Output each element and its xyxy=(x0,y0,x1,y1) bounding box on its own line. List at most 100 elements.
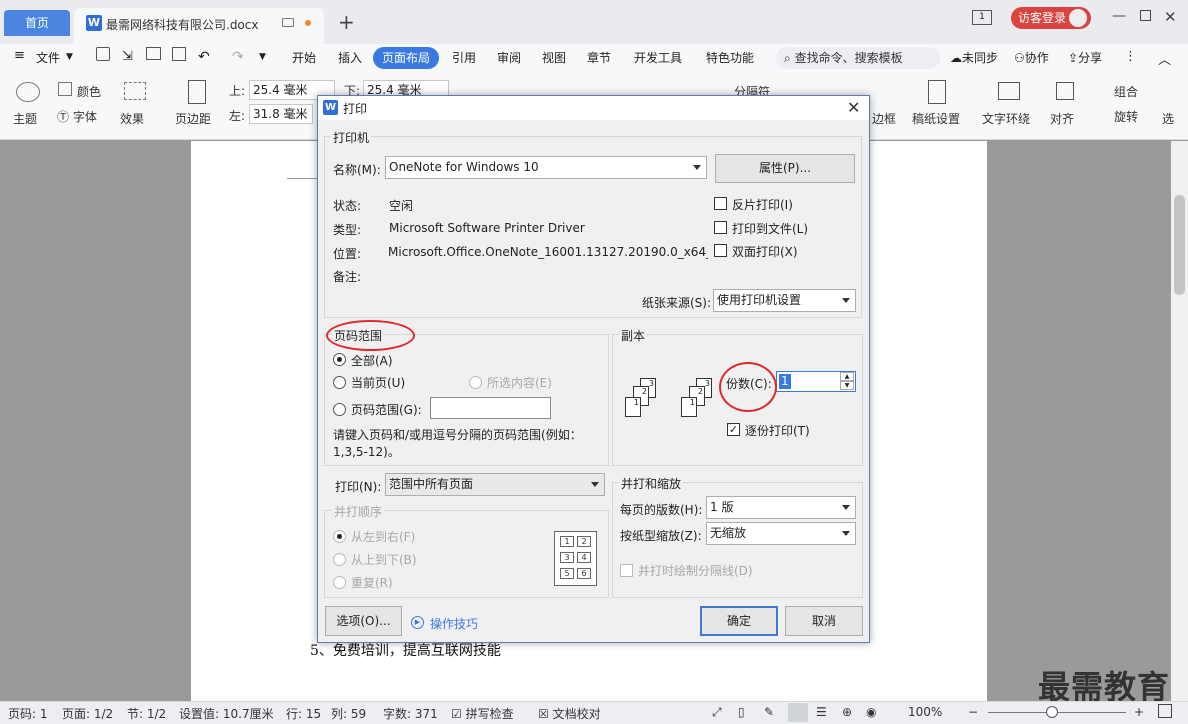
play-circle-icon[interactable]: ▶ xyxy=(411,616,424,629)
tips-link[interactable]: 操作技巧 xyxy=(430,615,478,632)
page-range-input[interactable] xyxy=(430,397,551,419)
copies-value[interactable]: 1 xyxy=(779,374,791,389)
left-to-right-label[interactable]: 从左到右(F) xyxy=(351,528,415,545)
status-words[interactable]: 字数: 371 xyxy=(383,705,438,722)
close-window-icon[interactable]: ✕ xyxy=(1164,8,1177,26)
current-page-radio[interactable] xyxy=(333,376,346,389)
paper-source-select[interactable]: 使用打印机设置 xyxy=(713,289,856,312)
color-button[interactable]: 颜色 xyxy=(77,83,101,100)
menu-tab-review[interactable]: 审阅 xyxy=(497,49,521,66)
all-pages-radio[interactable] xyxy=(333,353,346,366)
current-page-label[interactable]: 当前页(U) xyxy=(351,374,405,391)
draw-lines-checkbox[interactable] xyxy=(620,564,633,577)
print-preview-icon[interactable] xyxy=(172,47,186,61)
font-button[interactable]: Ⓣ 字体 xyxy=(57,108,97,125)
all-pages-label[interactable]: 全部(A) xyxy=(351,352,393,369)
menu-tab-developer[interactable]: 开发工具 xyxy=(634,49,682,66)
collate-label[interactable]: 逐份打印(T) xyxy=(745,422,810,439)
page-view-icon[interactable] xyxy=(788,703,808,722)
properties-button[interactable]: 属性(P)... xyxy=(715,154,855,183)
new-tab-plus-icon[interactable]: + xyxy=(338,10,355,34)
reverse-print-label[interactable]: 反片打印(I) xyxy=(732,196,793,213)
status-row[interactable]: 行: 15 xyxy=(286,705,321,722)
print-icon[interactable] xyxy=(146,47,161,60)
scrollbar-thumb[interactable] xyxy=(1174,195,1185,295)
zoom-slider-thumb[interactable] xyxy=(1046,706,1058,718)
edit-pen-icon[interactable]: ✎ xyxy=(764,705,774,719)
spin-up-icon[interactable]: ▲ xyxy=(840,372,854,381)
select-button[interactable]: 选 xyxy=(1162,110,1174,127)
menu-tab-start[interactable]: 开始 xyxy=(292,49,316,66)
doc-proof-button[interactable]: ☒ 文档校对 xyxy=(538,705,601,722)
quick-access-dropdown-icon[interactable]: ▼ xyxy=(259,52,266,62)
theme-button[interactable]: 主题 xyxy=(13,110,37,127)
paper-setting-button[interactable]: 稿纸设置 xyxy=(912,110,960,127)
text-wrap-button[interactable]: 文字环绕 xyxy=(982,110,1030,127)
printer-name-select[interactable]: OneNote for Windows 10 xyxy=(385,156,707,179)
repeat-radio[interactable] xyxy=(333,576,346,589)
collate-checkbox[interactable]: ✓ xyxy=(727,423,740,436)
status-section[interactable]: 节: 1/2 xyxy=(127,705,166,722)
print-to-file-checkbox[interactable] xyxy=(714,221,727,234)
menu-tab-insert[interactable]: 插入 xyxy=(338,49,362,66)
zoom-level[interactable]: 100% xyxy=(908,705,942,719)
menu-tab-section[interactable]: 章节 xyxy=(587,49,611,66)
margin-button[interactable]: 页边距 xyxy=(175,110,211,127)
cancel-button[interactable]: 取消 xyxy=(785,606,863,636)
left-to-right-radio[interactable] xyxy=(333,530,346,543)
redo-icon[interactable]: ↷ xyxy=(232,49,244,65)
fit-window-icon[interactable] xyxy=(1158,704,1172,718)
menu-tab-features[interactable]: 特色功能 xyxy=(706,49,754,66)
chevron-down-icon[interactable]: ▼ xyxy=(66,52,73,62)
monitor-icon[interactable] xyxy=(282,18,294,27)
selection-radio[interactable] xyxy=(469,376,482,389)
duplex-label[interactable]: 双面打印(X) xyxy=(732,243,798,260)
collab-button[interactable]: ⚇协作 xyxy=(1014,49,1049,66)
menu-tab-page-layout[interactable]: 页面布局 xyxy=(373,47,439,69)
spin-down-icon[interactable]: ▼ xyxy=(840,381,854,390)
command-search[interactable]: ⌕ 查找命令、搜索模板 xyxy=(776,47,940,69)
minimize-icon[interactable]: — xyxy=(1112,8,1126,24)
spell-check-button[interactable]: ☑ 拼写检查 xyxy=(451,705,514,722)
selection-label[interactable]: 所选内容(E) xyxy=(487,374,552,391)
share-button[interactable]: ⇪分享 xyxy=(1068,49,1102,66)
more-icon[interactable]: ⋮ xyxy=(1124,49,1137,64)
left-margin-input[interactable]: 31.8 毫米 xyxy=(249,104,313,124)
top-to-bottom-label[interactable]: 从上到下(B) xyxy=(351,551,417,568)
export-icon[interactable]: ⇲ xyxy=(122,49,133,64)
status-page[interactable]: 页面: 1/2 xyxy=(62,705,113,722)
ok-button[interactable]: 确定 xyxy=(700,606,778,636)
file-menu[interactable]: 文件 xyxy=(36,49,60,66)
border-button[interactable]: 边框 xyxy=(872,110,896,127)
save-icon[interactable] xyxy=(96,47,110,61)
options-button[interactable]: 选项(O)... xyxy=(325,606,402,636)
menu-tab-references[interactable]: 引用 xyxy=(452,49,476,66)
menu-tab-view[interactable]: 视图 xyxy=(542,49,566,66)
fullscreen-icon[interactable]: ⤢ xyxy=(712,705,722,720)
page-range-radio[interactable] xyxy=(333,403,346,416)
print-to-file-label[interactable]: 打印到文件(L) xyxy=(732,220,808,237)
zoom-in-icon[interactable]: + xyxy=(1134,705,1144,719)
draw-lines-label[interactable]: 并打时绘制分隔线(D) xyxy=(638,562,753,579)
web-view-icon[interactable]: ⊕ xyxy=(842,705,852,719)
page-count-icon[interactable]: 1 xyxy=(972,10,992,25)
status-col[interactable]: 列: 59 xyxy=(331,705,366,722)
sync-button[interactable]: ☁未同步 xyxy=(950,49,998,66)
scale-select[interactable]: 无缩放 xyxy=(706,522,856,545)
undo-icon[interactable]: ↶ xyxy=(198,49,210,65)
dialog-close-icon[interactable]: ✕ xyxy=(847,98,860,117)
collapse-ribbon-icon[interactable]: ︿ xyxy=(1158,49,1171,68)
maximize-icon[interactable] xyxy=(1140,10,1151,21)
align-button[interactable]: 对齐 xyxy=(1050,110,1074,127)
pages-per-sheet-select[interactable]: 1 版 xyxy=(706,496,856,519)
hamburger-icon[interactable]: ≡ xyxy=(14,48,25,63)
group-button[interactable]: 组合 xyxy=(1114,83,1138,100)
eye-protect-icon[interactable]: ◉ xyxy=(866,705,876,719)
duplex-checkbox[interactable] xyxy=(714,244,727,257)
reverse-print-checkbox[interactable] xyxy=(714,197,727,210)
page-range-label[interactable]: 页码范围(G): xyxy=(351,401,422,418)
tab-home[interactable]: 首页 xyxy=(4,10,70,36)
outline-view-icon[interactable]: ☰ xyxy=(816,705,827,719)
top-to-bottom-radio[interactable] xyxy=(333,553,346,566)
zoom-out-icon[interactable]: − xyxy=(968,705,978,719)
